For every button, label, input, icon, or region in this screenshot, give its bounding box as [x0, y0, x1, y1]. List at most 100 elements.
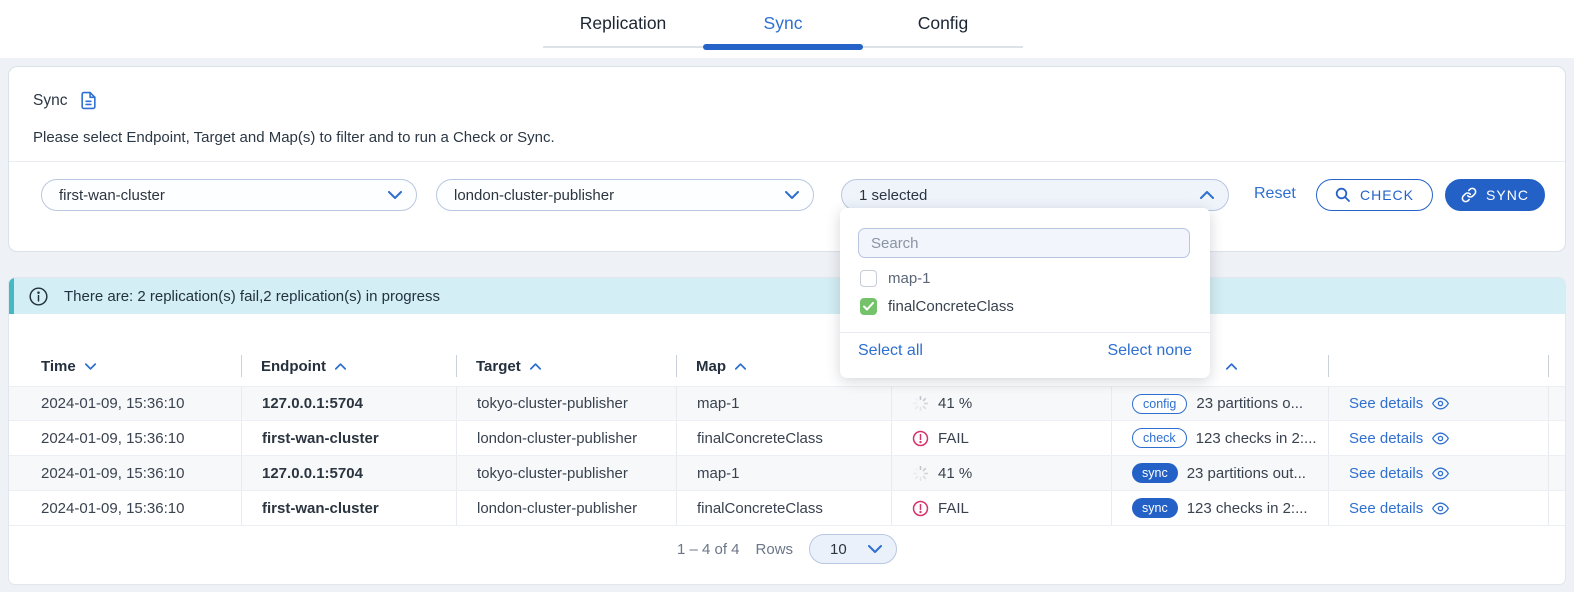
status-text: 41 % [938, 395, 972, 412]
status-text: FAIL [938, 500, 969, 517]
status-cell: 41 % [891, 456, 1111, 490]
message-text: 23 partitions out... [1187, 465, 1306, 482]
time-cell: 2024-01-09, 15:36:10 [41, 421, 241, 455]
chevron-down-icon [868, 545, 882, 553]
rows-per-page-label: Rows [756, 541, 794, 558]
pagination: 1 – 4 of 4 Rows 10 [9, 534, 1565, 564]
time-cell: 2024-01-09, 15:36:10 [41, 456, 241, 490]
target-cell: tokyo-cluster-publisher [456, 387, 676, 420]
see-details-link[interactable]: See details [1328, 387, 1549, 420]
see-details-link[interactable]: See details [1328, 456, 1549, 490]
message-text: 123 checks in 2:... [1187, 500, 1308, 517]
endpoint-cell: 127.0.0.1:5704 [241, 387, 456, 420]
map-cell: finalConcreteClass [676, 421, 891, 455]
select-all-link[interactable]: Select all [858, 342, 923, 360]
map-option-finalconcreteclass[interactable]: finalConcreteClass [860, 298, 1014, 315]
spinner-icon [912, 395, 929, 412]
error-icon [912, 430, 929, 447]
search-input[interactable] [858, 228, 1190, 258]
banner-text: There are: 2 replication(s) fail,2 repli… [64, 288, 440, 305]
search-icon [1335, 187, 1351, 203]
map-select[interactable]: 1 selected [841, 179, 1229, 211]
column-header-target[interactable]: Target [456, 346, 676, 386]
document-icon[interactable] [79, 91, 98, 110]
sync-filter-panel: Sync Please select Endpoint, Target and … [8, 66, 1566, 252]
top-tab-bar: Replication Sync Config [0, 0, 1574, 58]
tab-sync[interactable]: Sync [703, 0, 863, 46]
status-cell: 41 % [891, 387, 1111, 420]
eye-icon [1432, 467, 1449, 480]
sort-asc-icon [735, 363, 746, 370]
info-icon [28, 286, 49, 307]
table-row: 2024-01-09, 15:36:10 127.0.0.1:5704 toky… [9, 456, 1565, 491]
checkbox-checked[interactable] [860, 298, 877, 315]
target-cell: london-cluster-publisher [456, 421, 676, 455]
chevron-down-icon [388, 191, 402, 199]
sort-asc-icon [335, 363, 346, 370]
status-badge: sync [1132, 463, 1178, 483]
map-option-map-1[interactable]: map-1 [860, 270, 931, 287]
map-cell: finalConcreteClass [676, 491, 891, 525]
results-panel: There are: 2 replication(s) fail,2 repli… [8, 277, 1566, 585]
endpoint-cell: 127.0.0.1:5704 [241, 456, 456, 490]
see-details-link[interactable]: See details [1328, 491, 1549, 525]
panel-description: Please select Endpoint, Target and Map(s… [33, 129, 555, 146]
select-none-link[interactable]: Select none [1107, 342, 1192, 360]
checkbox-unchecked[interactable] [860, 270, 877, 287]
target-cell: london-cluster-publisher [456, 491, 676, 525]
status-text: 41 % [938, 465, 972, 482]
sync-button[interactable]: SYNC [1445, 179, 1545, 211]
target-cell: tokyo-cluster-publisher [456, 456, 676, 490]
message-text: 23 partitions o... [1196, 395, 1303, 412]
tab-config[interactable]: Config [863, 0, 1023, 46]
message-text: 123 checks in 2:... [1196, 430, 1317, 447]
see-details-label: See details [1349, 430, 1423, 447]
filter-controls: first-wan-cluster london-cluster-publish… [9, 179, 1565, 211]
chevron-down-icon [785, 191, 799, 199]
eye-icon [1432, 397, 1449, 410]
see-details-label: See details [1349, 465, 1423, 482]
see-details-label: See details [1349, 395, 1423, 412]
message-cell: sync 123 checks in 2:... [1111, 491, 1328, 525]
column-header-endpoint[interactable]: Endpoint [241, 346, 456, 386]
status-text: FAIL [938, 430, 969, 447]
spinner-icon [912, 465, 929, 482]
endpoint-cell: first-wan-cluster [241, 491, 456, 525]
sort-desc-icon [85, 363, 96, 370]
table-row: 2024-01-09, 15:36:10 127.0.0.1:5704 toky… [9, 386, 1565, 421]
table-row: 2024-01-09, 15:36:10 first-wan-cluster l… [9, 491, 1565, 526]
eye-icon [1432, 502, 1449, 515]
target-select[interactable]: london-cluster-publisher [436, 179, 814, 211]
sort-asc-icon [1226, 363, 1237, 370]
map-select-value: 1 selected [859, 187, 927, 204]
column-header-details [1328, 346, 1549, 386]
divider [840, 332, 1210, 333]
endpoint-select-value: first-wan-cluster [59, 187, 165, 204]
map-cell: map-1 [676, 456, 891, 490]
status-cell: FAIL [891, 421, 1111, 455]
link-icon [1461, 187, 1477, 203]
info-banner: There are: 2 replication(s) fail,2 repli… [9, 278, 1565, 314]
error-icon [912, 500, 929, 517]
column-header-time[interactable]: Time [41, 346, 241, 386]
table-row: 2024-01-09, 15:36:10 first-wan-cluster l… [9, 421, 1565, 456]
endpoint-cell: first-wan-cluster [241, 421, 456, 455]
pagination-range: 1 – 4 of 4 [677, 541, 740, 558]
status-badge: config [1132, 394, 1187, 414]
map-cell: map-1 [676, 387, 891, 420]
sync-button-label: SYNC [1486, 187, 1529, 203]
reset-button[interactable]: Reset [1254, 185, 1296, 203]
status-badge: sync [1132, 498, 1178, 518]
check-button-label: CHECK [1360, 187, 1414, 203]
status-badge: check [1132, 428, 1187, 448]
see-details-label: See details [1349, 500, 1423, 517]
endpoint-select[interactable]: first-wan-cluster [41, 179, 417, 211]
rows-per-page-select[interactable]: 10 [809, 534, 897, 564]
map-dropdown-panel: map-1 finalConcreteClass Select all Sele… [840, 208, 1210, 378]
divider [9, 161, 1565, 162]
check-button[interactable]: CHECK [1316, 179, 1433, 211]
target-select-value: london-cluster-publisher [454, 187, 614, 204]
time-cell: 2024-01-09, 15:36:10 [41, 491, 241, 525]
see-details-link[interactable]: See details [1328, 421, 1549, 455]
tab-replication[interactable]: Replication [543, 0, 703, 46]
